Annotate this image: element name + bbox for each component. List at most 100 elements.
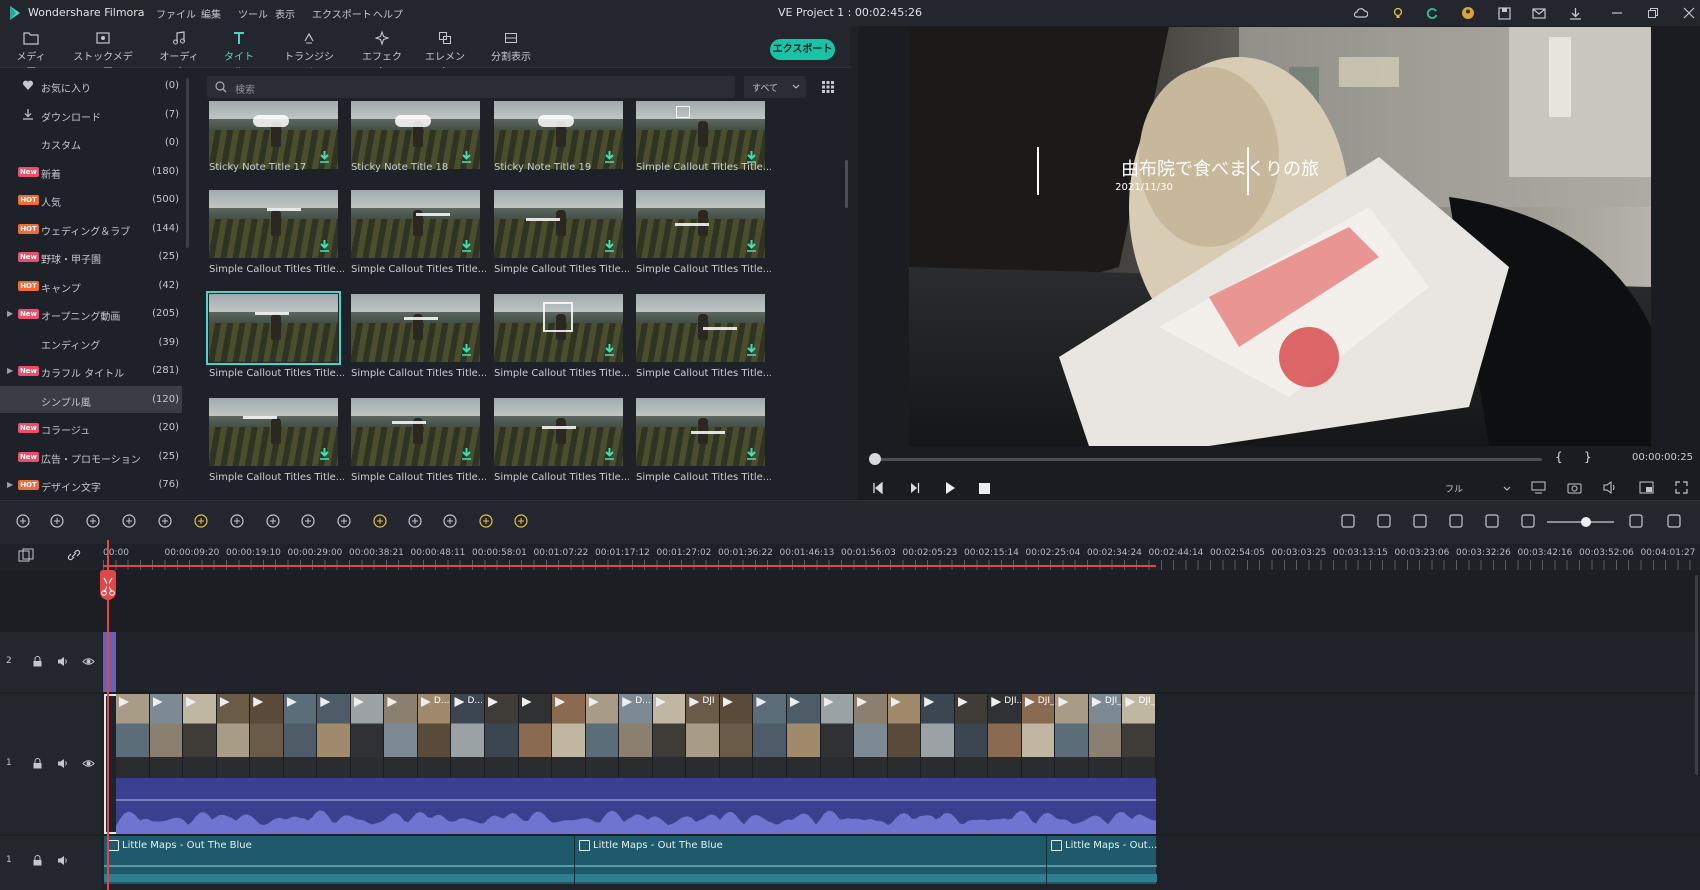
menu-tools[interactable]: ツール xyxy=(238,6,268,21)
redo-icon[interactable] xyxy=(49,513,67,531)
video-clip[interactable] xyxy=(921,694,955,778)
video-clip[interactable] xyxy=(116,694,150,778)
audio-track-icon[interactable] xyxy=(1448,513,1466,531)
snapshot-icon[interactable] xyxy=(1567,481,1582,494)
sidebar-item[interactable]: ▶ New オープニング動画 (205) xyxy=(0,300,182,327)
scrubber-handle[interactable] xyxy=(869,453,881,465)
delete-icon[interactable] xyxy=(85,513,103,531)
menu-file[interactable]: ファイル xyxy=(156,6,196,21)
keyframe-icon[interactable] xyxy=(372,513,390,531)
eye-icon[interactable] xyxy=(82,758,95,769)
sidebar-item[interactable]: New 新着 (180) xyxy=(0,158,182,185)
expand-arrow-icon[interactable]: ▶ xyxy=(7,309,13,318)
sidebar-item[interactable]: HOT ウェディング＆ラブ (144) xyxy=(0,215,182,242)
download-arrow-icon[interactable] xyxy=(319,240,330,252)
sidebar-item[interactable]: New 野球・甲子園 (25) xyxy=(0,243,182,270)
video-clip[interactable] xyxy=(585,694,620,778)
download-arrow-icon[interactable] xyxy=(319,448,330,460)
video-clip[interactable]: DJI_0... xyxy=(1021,694,1056,778)
title-thumbnail[interactable] xyxy=(351,398,480,466)
video-clip[interactable] xyxy=(183,694,217,778)
video-clip[interactable] xyxy=(149,694,184,778)
title-thumbnail[interactable] xyxy=(351,101,480,169)
download-arrow-icon[interactable] xyxy=(746,240,757,252)
audio-mix-icon[interactable] xyxy=(442,513,460,531)
video-clip[interactable] xyxy=(350,694,385,778)
video-clip[interactable]: D... xyxy=(451,694,486,778)
mute-icon[interactable] xyxy=(57,758,69,769)
library-scrollbar[interactable] xyxy=(845,160,848,208)
video-clip[interactable] xyxy=(719,694,754,778)
sidebar-scrollbar[interactable] xyxy=(186,78,189,248)
playhead[interactable] xyxy=(107,540,109,890)
expand-arrow-icon[interactable]: ▶ xyxy=(7,480,13,489)
sync-icon[interactable] xyxy=(1423,4,1441,22)
sidebar-item[interactable]: カスタム (0) xyxy=(0,129,182,156)
link-icon[interactable] xyxy=(66,548,82,562)
download-arrow-icon[interactable] xyxy=(461,240,472,252)
video-clip[interactable] xyxy=(317,694,351,778)
title-thumbnail[interactable] xyxy=(636,190,765,258)
crop-icon[interactable] xyxy=(157,513,175,531)
download-icon[interactable] xyxy=(1566,4,1584,22)
download-arrow-icon[interactable] xyxy=(461,344,472,356)
menu-help[interactable]: ヘルプ xyxy=(373,6,403,21)
add-track-icon[interactable] xyxy=(18,548,34,562)
save-icon[interactable] xyxy=(1495,4,1513,22)
duration-icon[interactable] xyxy=(300,513,318,531)
download-arrow-icon[interactable] xyxy=(746,344,757,356)
lock-icon[interactable] xyxy=(32,758,43,769)
motion-tracking-icon[interactable] xyxy=(478,513,496,531)
mark-out-button[interactable]: } xyxy=(1584,450,1592,464)
speed-icon[interactable] xyxy=(193,513,211,531)
title-thumbnail[interactable] xyxy=(494,294,623,362)
audio-clip[interactable]: Little Maps - Out The Blue xyxy=(103,836,575,884)
title-thumbnail[interactable] xyxy=(209,101,338,169)
download-arrow-icon[interactable] xyxy=(461,448,472,460)
lightbulb-icon[interactable] xyxy=(1389,4,1407,22)
eye-icon[interactable] xyxy=(82,656,95,667)
zoom-fit-icon[interactable] xyxy=(336,513,354,531)
menu-edit[interactable]: 編集 xyxy=(201,6,221,21)
marker-icon[interactable] xyxy=(1376,513,1394,531)
menu-export[interactable]: エクスポート xyxy=(312,6,372,21)
clip-trim-handle[interactable] xyxy=(104,694,116,834)
video-clip[interactable] xyxy=(283,694,318,778)
video-clip[interactable]: DJI xyxy=(686,694,720,778)
expand-arrow-icon[interactable]: ▶ xyxy=(7,366,13,375)
title-thumbnail[interactable] xyxy=(209,398,338,466)
video-clip[interactable]: DJI_0498 xyxy=(1088,694,1123,778)
export-button[interactable]: エクスポート xyxy=(770,39,835,60)
video-track-2[interactable] xyxy=(103,632,1700,692)
audio-clip[interactable]: Little Maps - Out The Blue xyxy=(574,836,1047,884)
timeline-zoom-slider[interactable] xyxy=(1547,517,1614,527)
download-arrow-icon[interactable] xyxy=(604,344,615,356)
lock-icon[interactable] xyxy=(32,656,43,667)
play-icon[interactable] xyxy=(944,481,956,495)
preview-video[interactable]: 由布院で食べまくりの旅 2021/11/30 xyxy=(909,27,1651,446)
video-clip[interactable]: D... xyxy=(619,694,653,778)
sidebar-item[interactable]: ▶ New カラフル タイトル (281) xyxy=(0,357,182,384)
step-forward-icon[interactable] xyxy=(908,482,920,494)
video-clip[interactable] xyxy=(518,694,553,778)
video-clip[interactable] xyxy=(820,694,855,778)
video-clip[interactable] xyxy=(216,694,251,778)
render-preview-icon[interactable] xyxy=(1531,481,1546,494)
download-arrow-icon[interactable] xyxy=(604,240,615,252)
title-thumbnail[interactable] xyxy=(494,101,623,169)
filter-dropdown[interactable]: すべて xyxy=(744,76,806,98)
mail-icon[interactable] xyxy=(1530,4,1548,22)
title-thumbnail[interactable] xyxy=(636,101,765,169)
step-back-icon[interactable] xyxy=(872,482,884,494)
stop-icon[interactable] xyxy=(979,483,990,494)
title-thumbnail[interactable] xyxy=(206,291,341,365)
volume-icon[interactable] xyxy=(1603,481,1618,494)
minimize-icon[interactable] xyxy=(1608,4,1626,22)
audio-clip[interactable]: Little Maps - Out... xyxy=(1046,836,1157,884)
preview-zoom-dropdown[interactable]: フル xyxy=(1437,478,1512,498)
sidebar-item[interactable]: エンディング (39) xyxy=(0,329,182,356)
sidebar-item[interactable]: HOT キャンプ (42) xyxy=(0,272,182,299)
sidebar-item[interactable]: HOT 人気 (500) xyxy=(0,186,182,213)
sidebar-item[interactable]: New 広告・プロモーション (25) xyxy=(0,443,182,470)
close-icon[interactable] xyxy=(1680,4,1698,22)
